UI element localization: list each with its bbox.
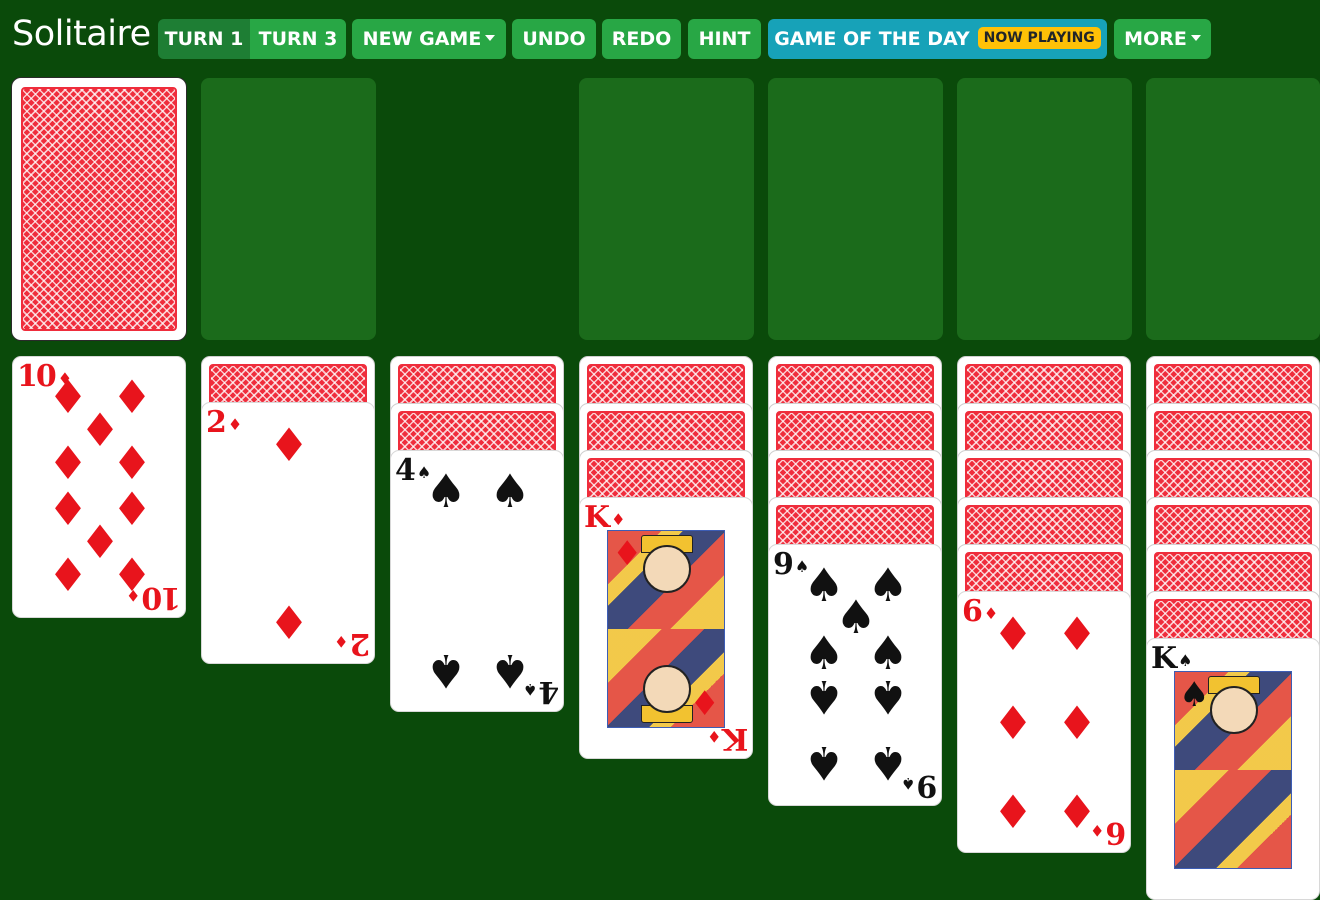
stock-pile[interactable]: [12, 78, 186, 340]
diamond-icon: ♦: [47, 548, 89, 602]
card-rank-corner-bottom: 2♦: [333, 626, 370, 661]
card-rank-corner-bottom: 9♠: [900, 768, 937, 803]
diamond-icon: ♦: [111, 436, 153, 490]
diamond-icon: ♦: [268, 418, 310, 472]
diamond-icon: ♦: [612, 534, 643, 574]
more-button[interactable]: MORE: [1114, 19, 1211, 59]
spade-icon: ♠: [1179, 675, 1210, 715]
spade-icon: ♠: [489, 464, 531, 518]
card-9-spades[interactable]: 9 ♠ ♠ ♠ ♠ ♠ ♠ ♠ ♠ ♠ ♠ 9♠: [768, 544, 942, 806]
turn-1-button[interactable]: TURN 1: [158, 19, 250, 59]
card-rank-corner-bottom: 4♠: [522, 674, 559, 709]
new-game-label: NEW GAME: [362, 28, 482, 50]
diamond-icon: ♦: [268, 596, 310, 650]
card-4-spades[interactable]: 4 ♠ ♠ ♠ ♠ ♠ 4♠: [390, 450, 564, 712]
card-king-spades[interactable]: K ♠ ♠: [1146, 638, 1320, 900]
spade-icon: ♠: [803, 736, 845, 790]
turn-3-button[interactable]: TURN 3: [250, 19, 346, 59]
card-king-diamonds[interactable]: K ♦ ♦ ♦ K♦: [579, 497, 753, 759]
app-title: Solitaire: [12, 14, 151, 54]
turn-mode-toggle: TURN 1 TURN 3: [158, 19, 346, 59]
more-label: MORE: [1124, 28, 1187, 50]
card-6-diamonds[interactable]: 6 ♦ ♦ ♦ ♦ ♦ ♦ ♦ 6♦: [957, 591, 1131, 853]
spade-icon: ♠: [867, 670, 909, 724]
waste-pile[interactable]: [201, 78, 376, 340]
card-10-diamonds[interactable]: 10 ♦ ♦ ♦ ♦ ♦ ♦ ♦ ♦ ♦ ♦ ♦ 10♦: [12, 356, 186, 618]
redo-button[interactable]: REDO: [602, 19, 681, 59]
foundation-4[interactable]: [1146, 78, 1320, 340]
diamond-icon: ♦: [1056, 696, 1098, 750]
spade-icon: ♠: [425, 464, 467, 518]
hint-button[interactable]: HINT: [688, 19, 761, 59]
new-game-button[interactable]: NEW GAME: [352, 19, 506, 59]
diamond-icon: ♦: [1056, 607, 1098, 661]
foundation-3[interactable]: [957, 78, 1132, 340]
undo-button[interactable]: UNDO: [512, 19, 596, 59]
foundation-1[interactable]: [579, 78, 754, 340]
chevron-down-icon: [485, 35, 496, 41]
card-rank-corner-bottom: 10♦: [125, 580, 181, 615]
now-playing-badge: NOW PLAYING: [977, 27, 1101, 49]
game-of-the-day-button[interactable]: GAME OF THE DAY NOW PLAYING: [768, 19, 1107, 59]
diamond-icon: ♦: [992, 785, 1034, 839]
card-back-pattern: [21, 87, 177, 331]
spade-icon: ♠: [425, 644, 467, 698]
game-of-the-day-label: GAME OF THE DAY: [774, 28, 970, 50]
diamond-icon: ♦: [47, 436, 89, 490]
toolbar: Solitaire TURN 1 TURN 3 NEW GAME UNDO RE…: [0, 0, 1320, 78]
king-portrait: ♦ ♦: [607, 530, 725, 728]
card-rank-corner-bottom: K♦: [706, 721, 748, 756]
diamond-icon: ♦: [992, 607, 1034, 661]
king-portrait: ♠: [1174, 671, 1292, 869]
chevron-down-icon: [1190, 35, 1201, 41]
foundation-2[interactable]: [768, 78, 943, 340]
diamond-icon: ♦: [992, 696, 1034, 750]
diamond-icon: ♦: [689, 684, 720, 724]
card-rank-corner: 2 ♦: [206, 405, 243, 440]
card-rank-corner-bottom: 6♦: [1089, 815, 1126, 850]
card-2-diamonds[interactable]: 2 ♦ ♦ ♦ 2♦: [201, 402, 375, 664]
spade-icon: ♠: [803, 670, 845, 724]
